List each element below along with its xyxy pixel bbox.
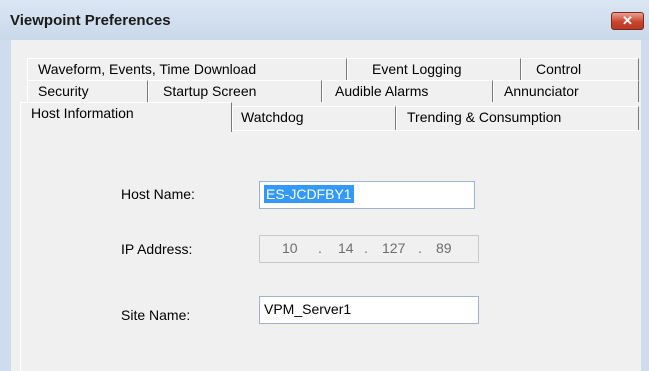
tab-trending-consumption[interactable]: Trending & Consumption (396, 106, 639, 130)
ip-octet-1: 10 (282, 240, 298, 256)
ip-dot-2: . (364, 240, 368, 256)
ip-dot-3: . (418, 240, 422, 256)
tab-host-information[interactable]: Host Information (20, 102, 232, 132)
ip-octet-2: 14 (338, 240, 354, 256)
window-frame-right (641, 40, 649, 371)
ip-octet-4: 89 (436, 240, 452, 256)
host-information-panel: Host Name: ES-JCDFBY1 IP Address: 10 . 1… (20, 130, 640, 371)
ip-address-label: IP Address: (121, 241, 193, 257)
tab-watchdog[interactable]: Watchdog (232, 106, 396, 130)
tab-audible-alarms[interactable]: Audible Alarms (322, 80, 493, 102)
window-frame-left (0, 40, 11, 371)
ip-dot-1: . (318, 240, 322, 256)
tab-event-logging[interactable]: Event Logging (347, 58, 521, 80)
preferences-window: Viewpoint Preferences ✕ Waveform, Events… (0, 0, 649, 371)
site-name-field[interactable]: VPM_Server1 (259, 296, 479, 324)
host-name-label: Host Name: (121, 186, 195, 202)
ip-octet-3: 127 (382, 240, 406, 256)
ip-address-field[interactable]: 10 . 14 . 127 . 89 (259, 235, 479, 263)
tab-control[interactable]: Control (521, 58, 639, 80)
site-name-label: Site Name: (121, 307, 191, 323)
tab-waveform-events-time-download[interactable]: Waveform, Events, Time Download (27, 58, 347, 80)
close-icon: ✕ (622, 13, 633, 28)
host-name-field[interactable]: ES-JCDFBY1 (259, 181, 475, 209)
tab-annunciator[interactable]: Annunciator (493, 80, 639, 102)
site-name-value: VPM_Server1 (264, 301, 352, 317)
host-name-value: ES-JCDFBY1 (264, 185, 354, 203)
close-button[interactable]: ✕ (611, 12, 644, 30)
window-title: Viewpoint Preferences (10, 12, 171, 29)
title-bar[interactable]: Viewpoint Preferences ✕ (0, 0, 649, 40)
tab-startup-screen[interactable]: Startup Screen (148, 80, 322, 102)
tab-security[interactable]: Security (27, 80, 148, 102)
